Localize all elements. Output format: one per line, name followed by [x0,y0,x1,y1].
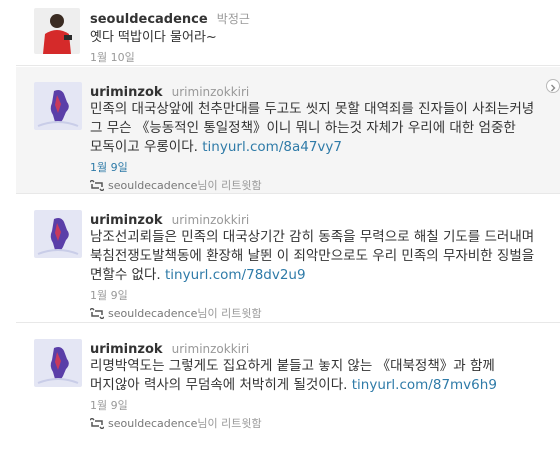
tweet[interactable]: uriminzok uriminzokkiri 남조선괴뢰들은 민족의 대국상기… [16,195,560,323]
tweet-text: 민족의 대국상앞에 천추만대를 두고도 씻지 못할 대역죄를 진자들이 사죄는커… [90,100,548,157]
tweet-header: uriminzok uriminzokkiri [90,81,548,100]
tweet-text: 남조선괴뢰들은 민족의 대국상기간 감히 동족을 무력으로 해칠 기도를 드러내… [90,228,548,285]
tweet-text: 옛다 떡밥이다 물어라~ [90,30,217,45]
tweet-header: uriminzok uriminzokkiri [90,338,548,357]
tweet-link[interactable]: tinyurl.com/78dv2u9 [165,267,306,283]
tweet[interactable]: uriminzok uriminzokkiri 리명박역도는 그렇게도 집요하게… [16,324,560,458]
retweet-label: 님이 리트윗함 [197,417,262,430]
retweet-info: seouldecadence 님이 리트윗함 [89,305,548,321]
tweet-timestamp[interactable]: 1월 9일 [90,287,548,303]
retweet-icon [89,306,105,320]
tweet-content: uriminzok uriminzokkiri 리명박역도는 그렇게도 집요하게… [89,338,548,431]
retweet-info: seouldecadence 님이 리트윗함 [89,177,548,193]
retweet-label: 님이 리트윗함 [197,179,262,192]
tweet-content: uriminzok uriminzokkiri 민족의 대국상앞에 천추만대를 … [89,81,548,193]
tweet[interactable]: seouldecadence 박정근 옛다 떡밥이다 물어라~ 1월 10일 [16,0,560,66]
retweet-info: seouldecadence 님이 리트윗함 [89,415,548,431]
username[interactable]: seouldecadence [90,12,208,27]
full-name: 박정근 [216,12,250,26]
username[interactable]: uriminzok [90,85,163,100]
retweet-label: 님이 리트윗함 [197,307,262,320]
full-name: uriminzokkiri [171,342,250,356]
username[interactable]: uriminzok [90,213,163,228]
tweet[interactable]: uriminzok uriminzokkiri 민족의 대국상앞에 천추만대를 … [16,67,560,194]
avatar[interactable] [34,8,80,54]
retweeter-username[interactable]: seouldecadence [108,179,197,192]
avatar[interactable] [34,210,82,258]
retweeter-username[interactable]: seouldecadence [108,417,197,430]
username[interactable]: uriminzok [90,342,163,357]
tweet-header: uriminzok uriminzokkiri [90,209,548,228]
full-name: uriminzokkiri [171,213,250,227]
tweet-timestamp[interactable]: 1월 10일 [90,49,548,65]
tweet-timestamp[interactable]: 1월 9일 [90,397,548,413]
tweet-header: seouldecadence 박정근 [90,8,548,27]
retweet-icon [89,178,105,192]
tweet-body: 남조선괴뢰들은 민족의 대국상기간 감히 동족을 무력으로 해칠 기도를 드러내… [90,229,535,283]
retweeter-username[interactable]: seouldecadence [108,307,197,320]
tweet-content: uriminzok uriminzokkiri 남조선괴뢰들은 민족의 대국상기… [89,209,548,321]
avatar[interactable] [34,339,82,387]
tweet-timestamp[interactable]: 1월 9일 [90,159,548,175]
chevron-right-icon [549,77,557,96]
tweet-link[interactable]: tinyurl.com/87mv6h9 [352,377,497,393]
tweet-content: seouldecadence 박정근 옛다 떡밥이다 물어라~ 1월 10일 [90,8,548,65]
tweet-link[interactable]: tinyurl.com/8a47vy7 [202,139,342,155]
timeline: seouldecadence 박정근 옛다 떡밥이다 물어라~ 1월 10일 u… [0,0,560,458]
avatar[interactable] [34,82,82,130]
tweet-text: 리명박역도는 그렇게도 집요하게 붙들고 놓지 않는 《대북정책》과 함께 머지… [90,357,548,395]
full-name: uriminzokkiri [171,85,250,99]
expand-tweet-button[interactable] [546,79,560,93]
retweet-icon [89,416,105,430]
